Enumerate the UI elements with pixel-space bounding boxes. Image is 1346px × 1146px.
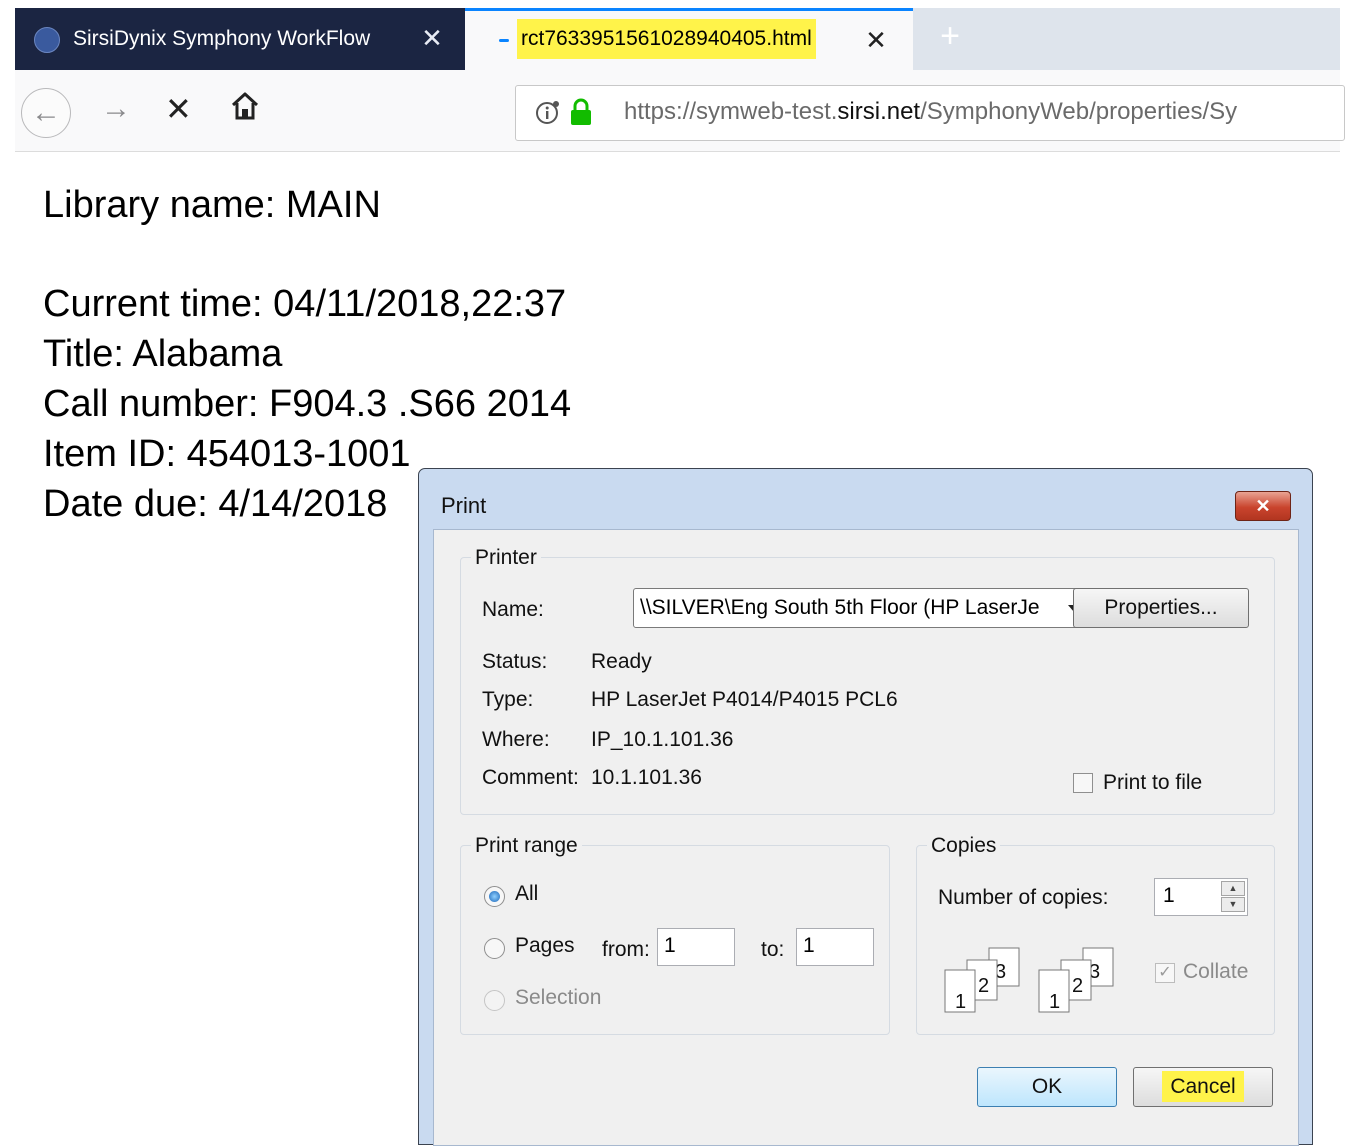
printer-name-select[interactable]: \\SILVER\Eng South 5th Floor (HP LaserJe	[633, 588, 1091, 628]
tab-close-icon[interactable]: ✕	[417, 23, 447, 53]
collate-checkbox[interactable]: ✓	[1155, 963, 1175, 983]
library-name: Library name: MAIN	[43, 184, 381, 226]
printer-legend: Printer	[471, 546, 541, 570]
dialog-close-button[interactable]: ✕	[1235, 491, 1291, 521]
lock-icon	[571, 98, 591, 125]
range-selection-radio[interactable]	[484, 990, 505, 1011]
range-all-radio[interactable]	[484, 886, 505, 907]
date-due: Date due: 4/14/2018	[43, 483, 388, 525]
tab-close-icon[interactable]: ✕	[861, 25, 891, 55]
from-label: from:	[602, 938, 650, 961]
collate-page-1: 1	[1049, 991, 1060, 1013]
cancel-label: Cancel	[1162, 1071, 1244, 1102]
print-to-file-checkbox[interactable]	[1073, 773, 1093, 793]
to-label: to:	[761, 938, 785, 961]
home-button[interactable]	[229, 90, 261, 122]
dialog-body: Printer Name: \\SILVER\Eng South 5th Flo…	[433, 529, 1299, 1146]
collate-page-1: 1	[955, 991, 966, 1013]
tab-title: SirsiDynix Symphony WorkFlow	[73, 27, 371, 50]
print-dialog: Print ✕ Printer Name: \\SILVER\Eng South…	[418, 468, 1313, 1146]
home-icon	[231, 92, 259, 120]
url-bar[interactable]: https://symweb-test.sirsi.net/SymphonyWe…	[515, 85, 1345, 141]
range-selection-label[interactable]: Selection	[515, 986, 601, 1010]
range-pages-radio[interactable]	[484, 938, 505, 959]
printer-group: Printer Name: \\SILVER\Eng South 5th Flo…	[460, 546, 1275, 815]
pages-from-input[interactable]: 1	[657, 928, 735, 966]
copies-legend: Copies	[927, 834, 1001, 858]
ok-button[interactable]: OK	[977, 1067, 1117, 1107]
collate-label[interactable]: Collate	[1183, 960, 1248, 984]
status-label: Status:	[482, 650, 548, 673]
spin-up-icon[interactable]: ▲	[1221, 881, 1245, 896]
range-pages-label[interactable]: Pages	[515, 934, 575, 958]
tab-strip: SirsiDynix Symphony WorkFlow ✕ rct763395…	[15, 8, 1340, 72]
type-value: HP LaserJet P4014/P4015 PCL6	[591, 688, 898, 711]
pages-to-input[interactable]: 1	[796, 928, 874, 966]
url-text: https://symweb-test.sirsi.net/SymphonyWe…	[624, 98, 1237, 126]
type-label: Type:	[482, 688, 534, 711]
url-domain: sirsi.net	[837, 98, 921, 125]
status-value: Ready	[591, 650, 652, 673]
comment-label: Comment:	[482, 766, 579, 789]
url-path: /SymphonyWeb/properties/Sy	[920, 98, 1238, 125]
navigation-bar: ← → ✕ https://symweb-test.sirsi.net/Symp…	[15, 70, 1345, 152]
copies-group: Copies Number of copies: 1 ▲ ▼ 3 2 1 3 2…	[916, 834, 1275, 1035]
printer-name-label: Name:	[482, 598, 544, 621]
number-of-copies-label: Number of copies:	[938, 886, 1109, 909]
copies-value: 1	[1163, 884, 1175, 907]
collate-page-2: 2	[978, 975, 989, 997]
properties-button[interactable]: Properties...	[1073, 588, 1249, 628]
current-time: Current time: 04/11/2018,22:37	[43, 283, 567, 325]
collate-pages-icon: 3 2 1 3 2 1	[944, 947, 1114, 1013]
item-id: Item ID: 454013-1001	[43, 433, 411, 475]
copies-spinner[interactable]: 1 ▲ ▼	[1154, 878, 1248, 916]
sirsidynix-favicon-icon	[34, 27, 60, 53]
stop-button[interactable]: ✕	[165, 90, 192, 128]
where-value: IP_10.1.101.36	[591, 728, 734, 751]
url-prefix: https://symweb-test.	[624, 98, 838, 125]
print-range-group: Print range All Pages from: 1 to: 1 Sele…	[460, 834, 890, 1035]
print-to-file-label[interactable]: Print to file	[1103, 771, 1202, 795]
call-number: Call number: F904.3 .S66 2014	[43, 383, 572, 425]
info-icon[interactable]	[534, 98, 562, 126]
spin-down-icon[interactable]: ▼	[1221, 897, 1245, 912]
print-range-legend: Print range	[471, 834, 582, 858]
tab-symphony-workflow[interactable]: SirsiDynix Symphony WorkFlow ✕	[15, 8, 465, 70]
range-all-label[interactable]: All	[515, 882, 538, 906]
where-label: Where:	[482, 728, 550, 751]
comment-value: 10.1.101.36	[591, 766, 702, 789]
tab-rct-html[interactable]: rct7633951561028940405.html ✕	[465, 8, 913, 72]
tab-title: rct7633951561028940405.html	[517, 19, 816, 59]
item-title: Title: Alabama	[43, 333, 283, 375]
printer-name-value: \\SILVER\Eng South 5th Floor (HP LaserJe	[640, 596, 1040, 619]
dialog-title: Print	[441, 493, 487, 518]
cancel-button[interactable]: Cancel	[1133, 1067, 1273, 1107]
collate-page-2: 2	[1072, 975, 1083, 997]
loading-indicator-icon	[499, 39, 509, 42]
new-tab-button[interactable]: +	[930, 16, 970, 56]
back-button[interactable]: ←	[21, 88, 71, 138]
forward-button[interactable]: →	[101, 92, 131, 126]
